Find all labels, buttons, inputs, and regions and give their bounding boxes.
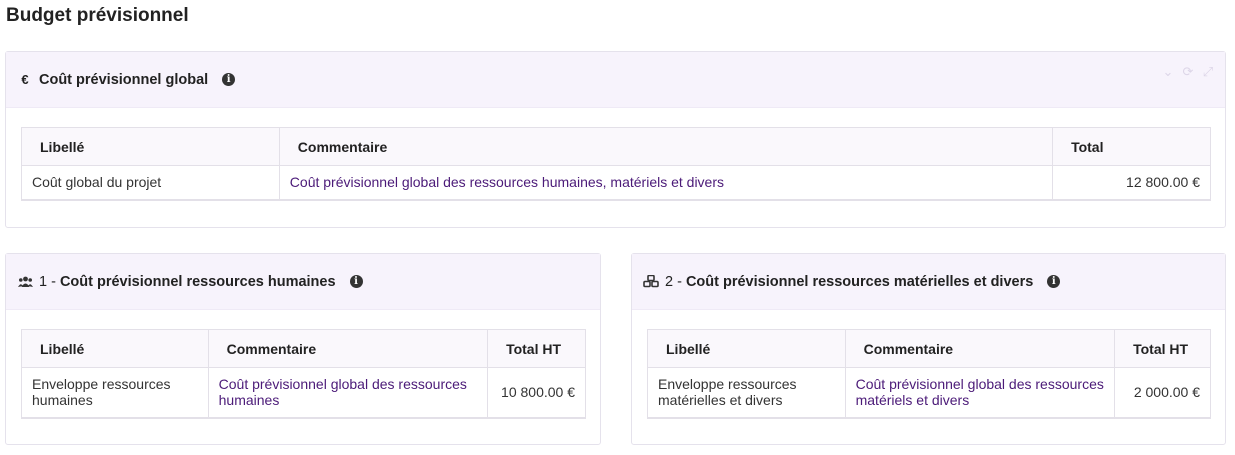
cell-libelle: Enveloppe ressources humaines (21, 367, 209, 419)
panel-global-cost: € Coût prévisionnel global i ⌄ ⟳ ⤢ Libel… (5, 51, 1226, 228)
info-icon[interactable]: i (1047, 275, 1061, 288)
info-icon[interactable]: i (349, 275, 363, 288)
rh-cost-table: Libellé Commentaire Total HT Enveloppe r… (21, 329, 586, 419)
panel-rh-prefix: 1 - (39, 273, 60, 290)
chevron-down-icon[interactable]: ⌄ (1161, 64, 1175, 80)
cell-libelle: Enveloppe ressources matérielles et dive… (647, 367, 846, 419)
panel-rh-title: Coût prévisionnel ressources humaines (59, 273, 336, 290)
refresh-icon[interactable]: ⟳ (1181, 64, 1195, 80)
users-icon (17, 274, 33, 290)
cell-commentaire: Coût prévisionnel global des ressources … (844, 367, 1116, 419)
column-header-libelle: Libellé (21, 329, 209, 368)
cell-libelle: Coût global du projet (21, 165, 280, 201)
cubes-icon (643, 274, 659, 290)
materiel-cost-table: Libellé Commentaire Total HT Enveloppe r… (647, 329, 1211, 419)
panel-materiel-header: 2 - Coût prévisionnel ressources matérie… (632, 254, 1225, 310)
panel-tools: ⌄ ⟳ ⤢ (1161, 64, 1215, 80)
info-icon[interactable]: i (222, 73, 236, 86)
table-header-row: Libellé Commentaire Total HT (647, 329, 1211, 368)
column-header-total: Total (1052, 127, 1211, 166)
table-row: Enveloppe ressources humaines Coût prévi… (21, 367, 586, 419)
euro-icon: € (21, 72, 29, 87)
cell-total: 2 000.00 € (1114, 367, 1211, 419)
table-header-row: Libellé Commentaire Total (21, 127, 1211, 166)
column-header-total-ht: Total HT (1114, 329, 1211, 368)
global-cost-table: Libellé Commentaire Total Coût global du… (21, 127, 1211, 201)
column-header-libelle: Libellé (21, 127, 280, 166)
cell-commentaire: Coût prévisionnel global des ressources … (207, 367, 489, 419)
table-row: Enveloppe ressources matérielles et dive… (647, 367, 1211, 419)
panel-rh-header: 1 - Coût prévisionnel ressources humaine… (6, 254, 600, 310)
table-header-row: Libellé Commentaire Total HT (21, 329, 586, 368)
page-title: Budget prévisionnel (6, 5, 189, 26)
cell-commentaire: Coût prévisionnel global des ressources … (278, 165, 1054, 201)
column-header-commentaire: Commentaire (844, 329, 1116, 368)
panel-material-resources: 2 - Coût prévisionnel ressources matérie… (631, 253, 1226, 445)
panel-human-resources: 1 - Coût prévisionnel ressources humaine… (5, 253, 601, 445)
panel-global-header: € Coût prévisionnel global i ⌄ ⟳ ⤢ (6, 52, 1225, 108)
panel-global-title: Coût prévisionnel global (39, 71, 209, 88)
column-header-total-ht: Total HT (487, 329, 586, 368)
column-header-commentaire: Commentaire (207, 329, 489, 368)
cell-total: 12 800.00 € (1052, 165, 1211, 201)
column-header-libelle: Libellé (647, 329, 846, 368)
panel-materiel-prefix: 2 - (665, 273, 686, 290)
table-row: Coût global du projet Coût prévisionnel … (21, 165, 1211, 201)
panel-materiel-title: Coût prévisionnel ressources matérielles… (685, 273, 1034, 290)
cell-total: 10 800.00 € (487, 367, 586, 419)
column-header-commentaire: Commentaire (278, 127, 1054, 166)
expand-icon[interactable]: ⤢ (1201, 64, 1215, 80)
